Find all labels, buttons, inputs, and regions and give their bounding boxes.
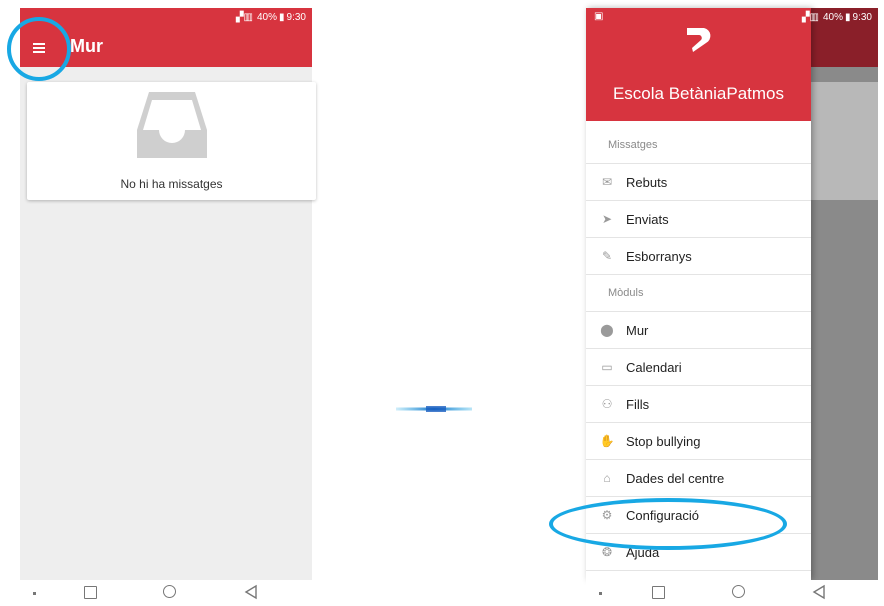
drawer-item-enviats[interactable]: ➤ Enviats bbox=[586, 201, 811, 238]
wall-content: No hi ha missatges bbox=[20, 67, 316, 580]
battery-icon: ▮ bbox=[279, 11, 285, 23]
drawer-item-label: Stop bullying bbox=[626, 434, 701, 449]
recent-dot-icon[interactable] bbox=[33, 592, 36, 595]
status-time: 9:30 bbox=[286, 11, 306, 23]
drawer-item-label: Esborranys bbox=[626, 249, 692, 264]
drawer-item-calendari[interactable]: ▭ Calendari bbox=[586, 349, 811, 386]
envelope-icon: ✉ bbox=[601, 175, 613, 189]
dimmed-card bbox=[811, 82, 878, 200]
notification-icon: ▣ bbox=[594, 11, 604, 22]
empty-messages-text: No hi ha missatges bbox=[120, 177, 223, 191]
transition-arrow-icon bbox=[396, 406, 472, 412]
drawer-item-fills[interactable]: ⚇ Fills bbox=[586, 386, 811, 423]
status-bar: ▣ ▞▥ 40% ▮ 9:30 bbox=[586, 8, 878, 26]
school-name: Escola BetàniaPatmos bbox=[612, 84, 785, 103]
location-pin-icon: ⬤ bbox=[600, 323, 614, 337]
drawer-item-dades-centre[interactable]: ⌂ Dades del centre bbox=[586, 460, 811, 497]
drawer-item-label: Rebuts bbox=[626, 175, 668, 190]
overview-button-icon[interactable] bbox=[652, 586, 665, 599]
status-time: 9:30 bbox=[852, 11, 872, 23]
hand-stop-icon: ✋ bbox=[599, 434, 615, 448]
drawer-item-label: Dades del centre bbox=[626, 471, 725, 486]
highlight-circle-menu bbox=[7, 17, 71, 81]
family-icon: ⚇ bbox=[601, 397, 613, 411]
back-button-icon[interactable] bbox=[812, 584, 826, 600]
drawer-item-rebuts[interactable]: ✉ Rebuts bbox=[586, 164, 811, 201]
drawer-item-stop-bullying[interactable]: ✋ Stop bullying bbox=[586, 423, 811, 460]
android-nav-bar bbox=[20, 580, 312, 606]
drawer-item-mur[interactable]: ⬤ Mur bbox=[586, 312, 811, 349]
navigation-drawer: Escola BetàniaPatmos Missatges ✉ Rebuts … bbox=[586, 8, 811, 580]
drawer-item-esborranys[interactable]: ✎ Esborranys bbox=[586, 238, 811, 275]
drawer-item-label: Mur bbox=[626, 323, 649, 338]
drawer-item-label: Calendari bbox=[626, 360, 682, 375]
battery-level: 40% bbox=[823, 11, 844, 23]
drawer-item-label: Fills bbox=[626, 397, 650, 412]
draft-icon: ✎ bbox=[601, 249, 613, 263]
overview-button-icon[interactable] bbox=[84, 586, 97, 599]
recent-dot-icon[interactable] bbox=[599, 592, 602, 595]
calendar-icon: ▭ bbox=[601, 360, 613, 374]
battery-icon: ▮ bbox=[845, 11, 851, 23]
highlight-ellipse-configuracio bbox=[549, 498, 787, 550]
empty-inbox-icon bbox=[137, 92, 207, 158]
page-title: Mur bbox=[70, 36, 103, 56]
battery-level: 40% bbox=[257, 11, 278, 23]
send-icon: ➤ bbox=[601, 212, 613, 226]
empty-messages-card: No hi ha missatges bbox=[27, 82, 316, 200]
school-logo-icon bbox=[687, 28, 711, 52]
back-button-icon[interactable] bbox=[244, 584, 258, 600]
drawer-item-label: Enviats bbox=[626, 212, 669, 227]
home-icon: ⌂ bbox=[603, 471, 611, 485]
status-bar: ▞▥ 40% ▮ 9:30 bbox=[20, 8, 312, 26]
signal-icon: ▞▥ bbox=[801, 11, 819, 23]
home-button-icon[interactable] bbox=[163, 585, 176, 598]
signal-icon: ▞▥ bbox=[235, 11, 253, 23]
android-nav-bar bbox=[586, 580, 878, 606]
section-header-modules: Mòduls bbox=[586, 275, 811, 312]
home-button-icon[interactable] bbox=[732, 585, 745, 598]
left-phone-screen: ▞▥ 40% ▮ 9:30 Mur No hi ha missatges bbox=[7, 8, 316, 606]
section-header-messages: Missatges bbox=[586, 127, 811, 164]
